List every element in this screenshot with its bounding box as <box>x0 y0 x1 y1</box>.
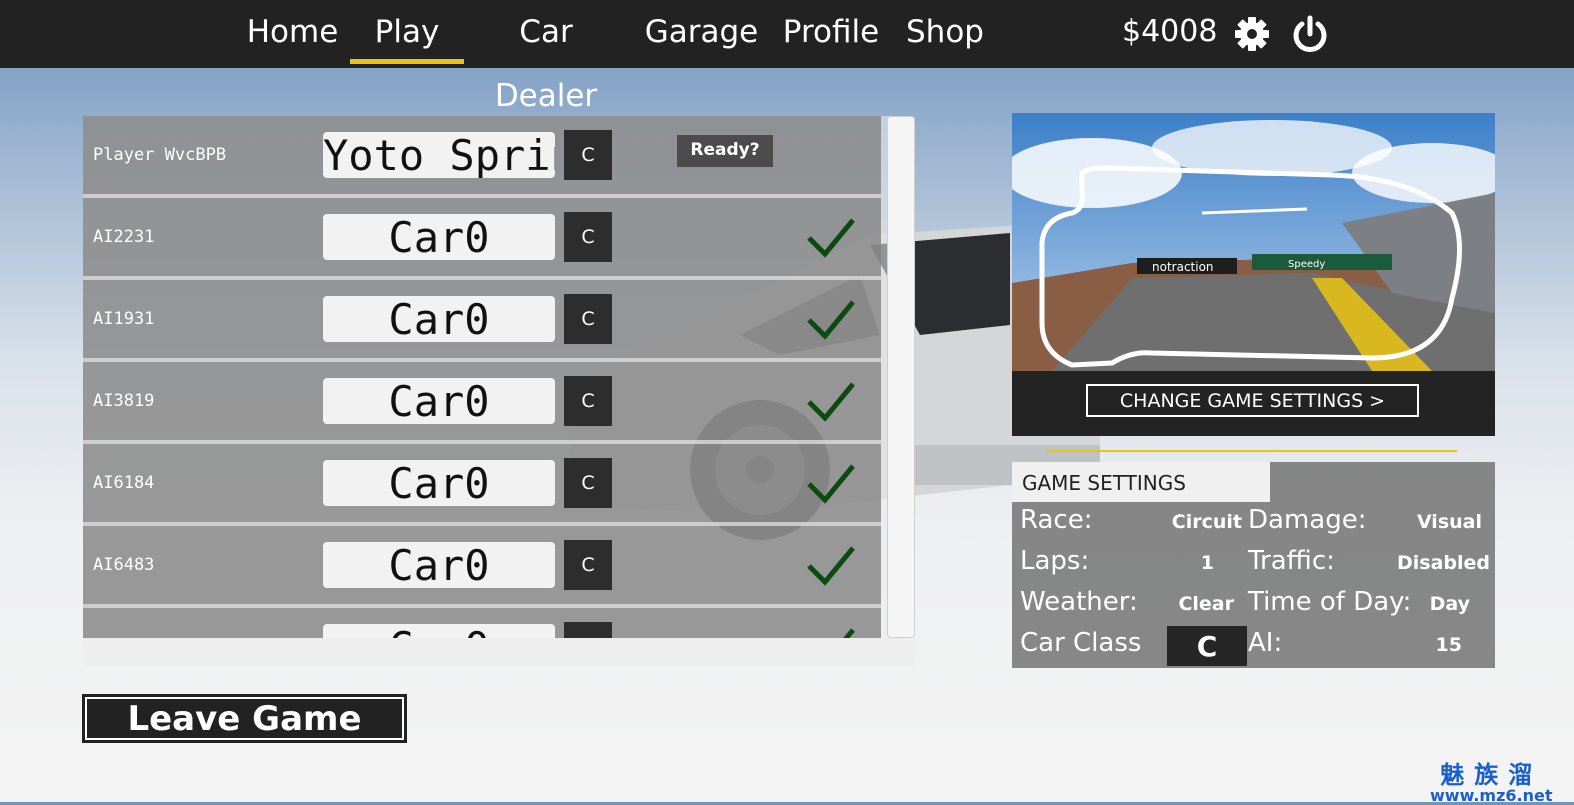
car-class-badge: C <box>564 376 612 426</box>
ai-label: AI: <box>1248 628 1283 658</box>
nav-garage[interactable]: Garage <box>644 0 759 68</box>
car-select-button[interactable]: Yoto Sprint <box>323 132 555 178</box>
watermark-url: www.mz6.net <box>1430 786 1553 805</box>
ready-check-icon <box>843 628 855 638</box>
track-preview-image: notraction Speedy <box>1012 113 1495 371</box>
car-class-label: Car Class <box>1020 628 1142 658</box>
damage-value: Visual <box>1416 511 1482 533</box>
race-value: Circuit <box>1171 511 1242 533</box>
gear-icon[interactable] <box>1232 14 1272 54</box>
ready-check-icon <box>807 218 855 258</box>
banner-text: notraction <box>1152 260 1214 274</box>
player-name: AI6184 <box>93 473 155 493</box>
leave-game-label: Leave Game <box>85 697 404 740</box>
ready-check-icon <box>807 300 855 340</box>
car-class-badge: C <box>564 622 612 638</box>
car-class-badge: C <box>564 540 612 590</box>
weather-value: Clear <box>1178 593 1234 615</box>
traffic-value: Disabled <box>1396 552 1490 574</box>
nav-car-dealer[interactable]: Car Dealer <box>466 0 626 114</box>
change-game-settings-button[interactable]: CHANGE GAME SETTINGS > <box>1086 384 1419 417</box>
watermark-title: 魅族溜 <box>1440 761 1543 789</box>
top-nav-bar: Home Play Car Dealer Garage Profile Shop… <box>0 0 1574 114</box>
car-select-button[interactable]: Car0 <box>323 378 555 424</box>
time-of-day-value: Day <box>1429 593 1470 615</box>
player-row: AI1931 Car0 C <box>83 280 881 362</box>
car-select-button[interactable]: Car0 <box>323 542 555 588</box>
player-name: AI1931 <box>93 309 155 329</box>
player-name: AI2231 <box>93 227 155 247</box>
nav-shop[interactable]: Shop <box>904 0 986 68</box>
game-settings-panel: GAME SETTINGS Race: Circuit Damage: Visu… <box>1012 462 1495 668</box>
player-row: Player WvcBPB Yoto Sprint C Ready? <box>83 116 881 198</box>
player-name: AI3819 <box>93 391 155 411</box>
car-select-button[interactable]: Car0 <box>323 214 555 260</box>
player-name: Player WvcBPB <box>93 145 227 165</box>
game-settings-title: GAME SETTINGS <box>1012 462 1270 502</box>
player-list-scrollbar[interactable] <box>887 116 915 638</box>
nav-profile[interactable]: Profile <box>778 0 884 68</box>
laps-value: 1 <box>1200 552 1214 574</box>
race-label: Race: <box>1020 505 1093 535</box>
car-class-badge: C <box>564 458 612 508</box>
ready-check-icon <box>807 546 855 586</box>
player-row: AI6184 Car0 C <box>83 444 881 526</box>
track-preview-panel: notraction Speedy CHANGE GAME SETTINGS > <box>1012 113 1495 436</box>
leave-game-button[interactable]: Leave Game <box>82 694 407 743</box>
player-row: AI6483 Car0 C <box>83 526 881 608</box>
power-icon[interactable] <box>1290 14 1330 54</box>
sponsor-text: Speedy <box>1288 259 1325 270</box>
divider-line <box>1047 450 1457 452</box>
player-name: AI8887 <box>93 608 154 638</box>
car-class-badge: C <box>564 294 612 344</box>
nav-home[interactable]: Home <box>240 0 345 68</box>
player-row: AI3819 Car0 C <box>83 362 881 444</box>
player-row: AI8887 Car0 C <box>83 608 881 638</box>
car-select-button[interactable]: Car0 <box>323 624 555 638</box>
player-list[interactable]: Player WvcBPB Yoto Sprint C Ready? AI223… <box>83 116 883 638</box>
ready-check-icon <box>807 382 855 422</box>
ai-value: 15 <box>1435 634 1462 656</box>
laps-label: Laps: <box>1020 546 1090 576</box>
watermark: 魅族溜 www.mz6.net <box>1430 755 1552 805</box>
player-row: AI2231 Car0 C <box>83 198 881 280</box>
money-balance: $4008 <box>1122 14 1218 49</box>
time-of-day-label: Time of Day: <box>1248 587 1412 617</box>
nav-play[interactable]: Play <box>350 0 464 68</box>
traffic-label: Traffic: <box>1248 546 1335 576</box>
player-name: AI6483 <box>93 555 155 575</box>
car-class-value: C <box>1167 626 1247 666</box>
ready-check-icon <box>807 464 855 504</box>
weather-label: Weather: <box>1020 587 1138 617</box>
car-class-badge: C <box>564 130 612 180</box>
ready-button[interactable]: Ready? <box>677 135 773 167</box>
car-select-button[interactable]: Car0 <box>323 460 555 506</box>
damage-label: Damage: <box>1248 505 1367 535</box>
car-class-badge: C <box>564 212 612 262</box>
car-select-button[interactable]: Car0 <box>323 296 555 342</box>
